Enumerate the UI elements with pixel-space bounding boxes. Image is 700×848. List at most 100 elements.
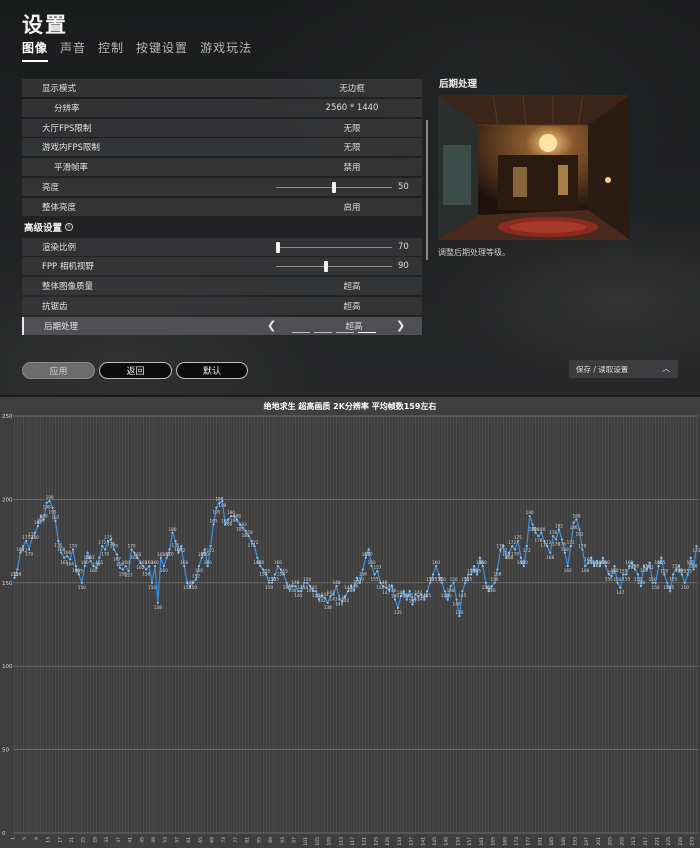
x-tick-label: 193 [573,837,579,846]
tab-gameplay[interactable]: 游戏玩法 [200,39,252,62]
save-load-settings-button[interactable]: 保存 / 读取设置 ︿ [569,360,678,378]
data-point [60,551,63,554]
data-point [13,576,16,579]
data-point [276,565,280,568]
data-point [376,570,379,573]
data-point [455,598,458,601]
setting-resolution[interactable]: 分辨率 2560 * 1440 [22,98,422,117]
data-point [431,573,435,576]
slider-thumb[interactable] [332,181,336,193]
x-tick-label: 81 [245,837,251,843]
tab-graphics[interactable]: 图像 [22,39,49,62]
data-point [51,506,54,509]
render-scale-slider[interactable] [276,241,392,253]
setting-render-scale[interactable]: 渲染比例 70 [22,237,422,256]
data-point [683,581,686,584]
setting-post-processing[interactable]: 后期处理 ❮ 超高 ❯ [22,316,422,335]
data-label: 160 [160,568,168,573]
section-title: 高级设置 [24,223,63,235]
setting-lobby-fps[interactable]: 大厅FPS限制 无限 [22,118,422,137]
x-tick-label: 209 [619,837,625,846]
x-tick-label: 101 [303,837,309,846]
data-label: 130 [455,610,463,615]
data-point [95,566,98,569]
setting-brightness[interactable]: 亮度 50 [22,177,422,196]
data-label: 155 [660,568,668,573]
setting-value: 2560 * 1440 [325,102,379,113]
slider-thumb[interactable] [324,261,329,273]
setting-smooth-framerate[interactable]: 平滑帧率 禁用 [22,158,422,177]
setting-ingame-fps[interactable]: 游戏内FPS限制 无限 [22,138,422,157]
x-tick-label: 9 [34,837,40,840]
setting-overall-quality[interactable]: 整体图像质量 超高 [22,277,422,296]
data-label: 160 [611,568,619,573]
default-button[interactable]: 默认 [176,362,248,379]
data-label: 170 [110,543,118,548]
data-label: 155 [473,568,481,573]
setting-fpp-fov[interactable]: FPP 相机视野 90 [22,257,422,276]
apply-button[interactable]: 应用 [22,362,95,379]
data-label: 160 [564,568,572,573]
data-point [382,585,385,588]
data-label: 158 [631,563,639,568]
data-point [28,548,31,551]
data-point [572,521,575,524]
data-point [440,581,443,584]
data-label: 188 [573,513,581,518]
data-point [446,598,449,601]
data-point [519,556,522,559]
data-label: 172 [207,548,215,553]
info-icon[interactable]: i [65,223,74,232]
chevron-left-icon[interactable]: ❮ [267,319,276,332]
data-point [323,596,326,599]
x-tick-label: 161 [479,837,485,846]
data-point [426,590,429,593]
data-label: 158 [142,571,150,576]
data-point [16,568,19,571]
tab-controls[interactable]: 控制 [98,39,124,62]
data-label: 135 [394,610,402,615]
data-point [496,568,499,571]
x-tick-label: 5 [22,837,28,840]
tab-keybindings[interactable]: 按键设置 [136,39,188,62]
setting-label: 大厅FPS限制 [42,123,92,134]
brightness-slider[interactable] [276,181,392,193]
data-point [212,523,215,526]
x-tick-label: 145 [432,837,438,846]
data-label: 168 [561,547,569,552]
chevron-right-icon[interactable]: ❯ [396,319,405,332]
setting-antialiasing[interactable]: 抗锯齿 超高 [22,296,422,315]
x-tick-label: 89 [268,837,274,843]
x-tick-label: 113 [338,837,344,846]
y-tick-label: 150 [2,581,13,587]
settings-scrollbar[interactable] [426,120,428,260]
data-point [636,573,640,576]
data-point [666,581,669,584]
setting-overall-brightness[interactable]: 整体亮度 启用 [22,197,422,216]
back-button[interactable]: 返回 [99,362,172,379]
data-point [42,518,45,521]
data-point [511,545,514,548]
tab-sound[interactable]: 声音 [60,39,86,62]
slider-thumb[interactable] [276,241,280,253]
data-label: 170 [511,551,519,556]
data-point [22,545,25,548]
data-label: 165 [95,560,103,565]
data-label: 183 [239,522,247,527]
data-point [434,565,438,568]
data-label: 140 [452,601,460,606]
data-point [121,568,124,571]
data-label: 180 [31,535,39,540]
x-tick-label: 177 [526,837,532,846]
y-tick-label: 200 [2,497,13,503]
data-point [265,573,268,576]
data-label: 158 [493,571,501,576]
data-label: 170 [128,543,136,548]
data-point [153,565,157,568]
setting-value: 90 [398,261,409,272]
data-label: 160 [479,560,487,565]
setting-display-mode[interactable]: 显示模式 无边框 [22,79,422,97]
fov-slider[interactable] [276,261,392,273]
data-point [136,556,139,559]
data-point [669,590,672,593]
